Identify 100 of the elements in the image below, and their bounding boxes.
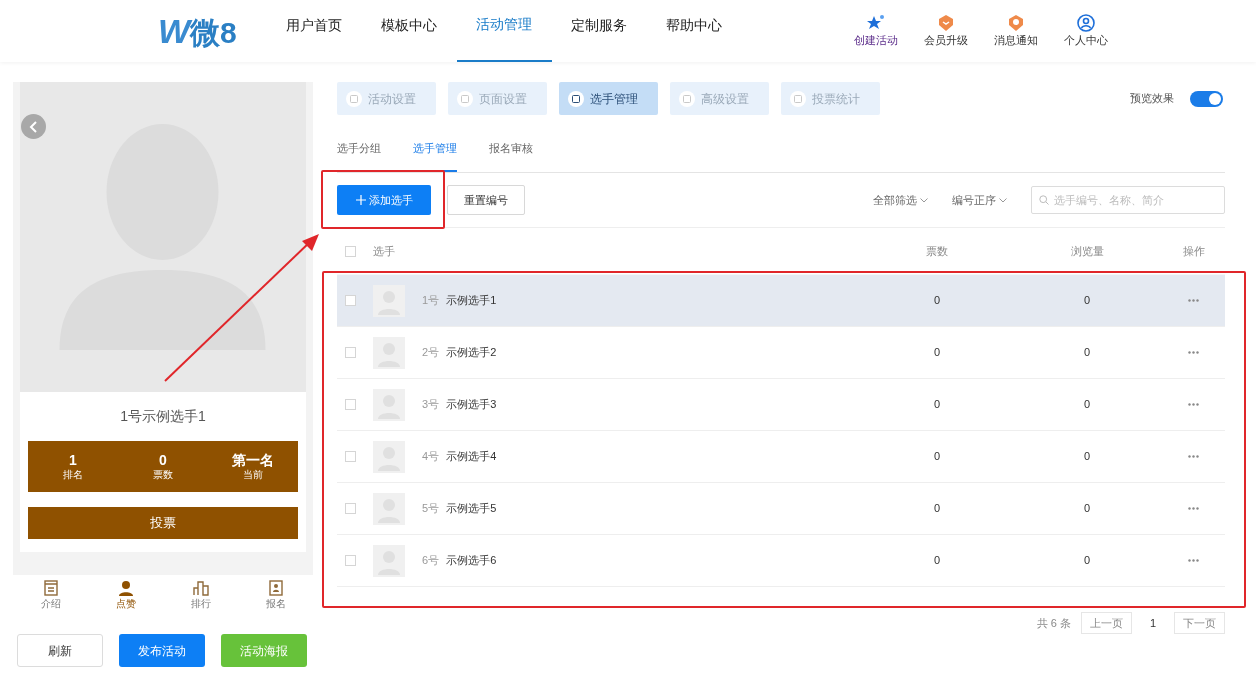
header-action[interactable]: 创建活动 — [851, 13, 900, 49]
contestant-name: 示例选手3 — [446, 397, 497, 413]
vote-count: 0 — [933, 293, 941, 309]
header-action[interactable]: 会员升级 — [921, 13, 970, 49]
more-icon[interactable] — [1188, 403, 1199, 406]
checkbox[interactable] — [345, 347, 356, 358]
sort-dropdown[interactable]: 编号正序 — [952, 191, 1007, 209]
contestant-number: 3号 — [422, 397, 440, 413]
vote-button[interactable]: 投票 — [28, 507, 298, 539]
bar-chart-icon — [192, 580, 209, 596]
view-count: 0 — [1083, 449, 1091, 465]
nav-tab[interactable]: 活动管理 — [456, 0, 552, 62]
select-all-checkbox[interactable] — [345, 245, 356, 257]
sub-tab[interactable]: 报名审核 — [489, 135, 533, 172]
avatar-icon — [373, 440, 405, 473]
search-icon — [1039, 195, 1049, 205]
table-row[interactable]: 1号 示例选手1 0 0 — [337, 275, 1225, 327]
step-icon — [683, 94, 691, 103]
sub-tab[interactable]: 选手管理 — [413, 135, 457, 172]
nav-tab[interactable]: 定制服务 — [551, 0, 647, 62]
contestant-number: 6号 — [422, 553, 440, 569]
user-icon — [1076, 13, 1095, 32]
filter-dropdown[interactable]: 全部筛选 — [873, 191, 928, 209]
avatar-icon — [373, 492, 405, 525]
step-icon — [350, 94, 358, 103]
bottom-nav-item[interactable]: 点赞 — [88, 580, 163, 611]
stat-value: 1 — [69, 451, 77, 469]
view-count: 0 — [1083, 397, 1091, 413]
header-action[interactable]: 消息通知 — [991, 13, 1040, 49]
stat-value: 0 — [159, 451, 167, 469]
checkbox[interactable] — [345, 451, 356, 462]
badge-icon — [936, 13, 955, 32]
id-card-icon — [267, 580, 284, 596]
avatar-icon — [373, 544, 405, 577]
more-icon[interactable] — [1188, 507, 1199, 510]
column-header: 浏览量 — [1070, 243, 1104, 259]
bottom-nav-item[interactable]: 报名 — [238, 580, 313, 611]
vote-count: 0 — [933, 449, 941, 465]
avatar-icon — [373, 336, 405, 369]
step-icon — [794, 94, 802, 103]
checkbox[interactable] — [345, 399, 356, 410]
step-tab[interactable]: 选手管理 — [559, 82, 658, 115]
column-header: 票数 — [926, 243, 948, 259]
step-icon — [461, 94, 469, 103]
chevron-left-icon — [28, 120, 39, 133]
view-count: 0 — [1083, 501, 1091, 517]
bottom-nav-item[interactable]: 介绍 — [13, 580, 88, 611]
star-icon — [865, 13, 886, 32]
toggle-label: 预览效果 — [1130, 91, 1174, 107]
column-header: 选手 — [373, 243, 395, 259]
avatar-icon — [373, 388, 405, 421]
more-icon[interactable] — [1188, 559, 1199, 562]
checkbox[interactable] — [345, 295, 356, 306]
more-icon[interactable] — [1188, 299, 1199, 302]
page-number[interactable]: 1 — [1141, 614, 1164, 632]
step-icon — [572, 94, 580, 103]
vote-count: 0 — [933, 501, 941, 517]
vote-count: 0 — [933, 553, 941, 569]
checkbox[interactable] — [345, 503, 356, 514]
contestant-name: 示例选手5 — [446, 501, 497, 517]
stat-value: 第一名 — [232, 451, 274, 469]
contestant-name: 示例选手1 — [446, 293, 497, 309]
nav-tab[interactable]: 模板中心 — [361, 0, 457, 62]
checkbox[interactable] — [345, 555, 356, 566]
logo[interactable]: W微8 — [158, 14, 237, 48]
nav-tab[interactable]: 帮助中心 — [646, 0, 742, 62]
contestant-name: 示例选手4 — [446, 449, 497, 465]
prev-page-button[interactable]: 上一页 — [1080, 612, 1132, 634]
contestant-name: 示例选手2 — [446, 345, 497, 361]
stat-label: 票数 — [153, 469, 173, 482]
sub-tab[interactable]: 选手分组 — [337, 135, 381, 172]
reset-number-button[interactable]: 重置编号 — [447, 185, 525, 215]
stat-label: 当前 — [243, 469, 263, 482]
action-button[interactable]: 发布活动 — [119, 634, 205, 667]
bottom-nav-item[interactable]: 排行 — [163, 580, 238, 611]
view-count: 0 — [1083, 345, 1091, 361]
contestant-number: 5号 — [422, 501, 440, 517]
chevron-down-icon — [999, 197, 1007, 203]
contestant-name: 示例选手6 — [446, 553, 497, 569]
contestant-number: 4号 — [422, 449, 440, 465]
contestant-number: 2号 — [422, 345, 440, 361]
vote-count: 0 — [933, 397, 941, 413]
document-icon — [42, 580, 59, 596]
view-count: 0 — [1083, 293, 1091, 309]
plus-icon — [355, 195, 366, 205]
column-header: 操作 — [1182, 243, 1205, 259]
add-contestant-button[interactable]: 添加选手 — [337, 185, 431, 215]
contestant-number: 1号 — [422, 293, 440, 309]
more-icon[interactable] — [1188, 351, 1199, 354]
nav-tab[interactable]: 用户首页 — [266, 0, 362, 62]
next-page-button[interactable]: 下一页 — [1174, 612, 1225, 634]
preview-switch[interactable] — [1190, 90, 1223, 107]
total-count: 共 6 条 — [1036, 615, 1071, 631]
more-icon[interactable] — [1188, 455, 1199, 458]
contestant-name: 1号示例选手1 — [119, 407, 207, 426]
vote-count: 0 — [933, 345, 941, 361]
view-count: 0 — [1083, 553, 1091, 569]
chevron-down-icon — [920, 197, 928, 203]
header-action[interactable]: 个人中心 — [1061, 13, 1110, 49]
action-button[interactable]: 刷新 — [17, 634, 103, 667]
